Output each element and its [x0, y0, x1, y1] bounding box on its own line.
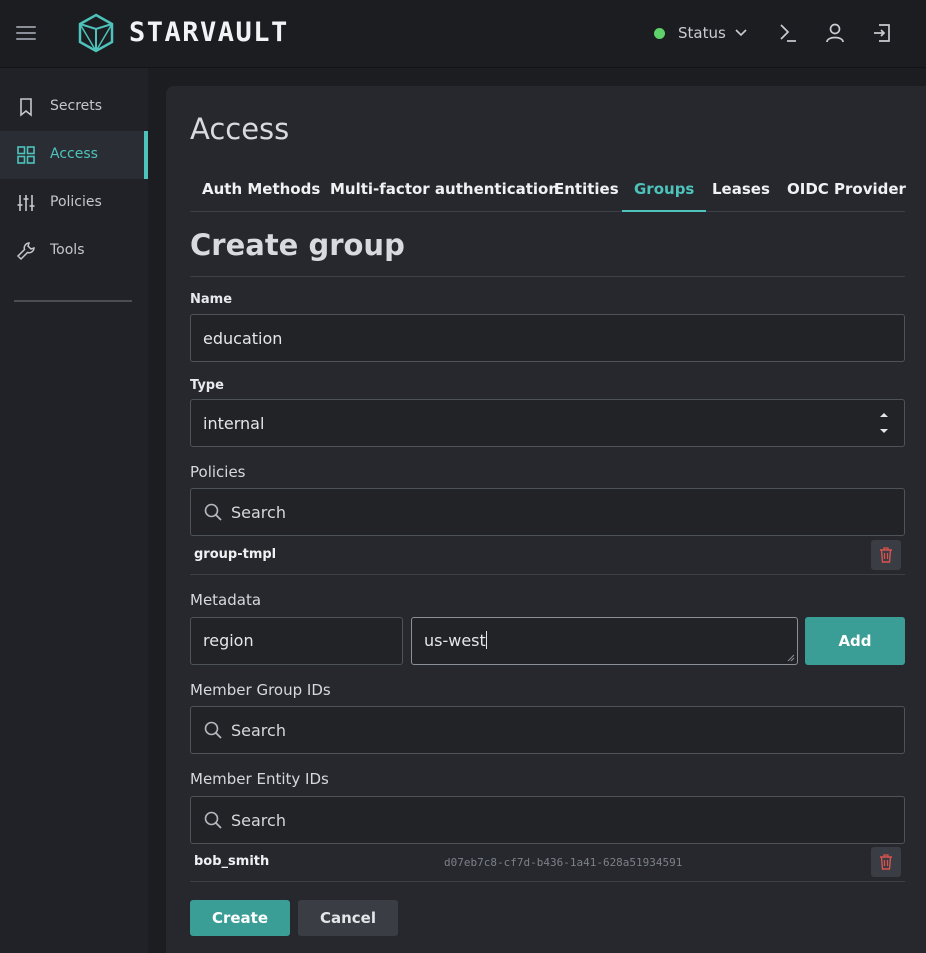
top-bar: STARVAULT Status	[0, 0, 926, 68]
metadata-label: Metadata	[190, 591, 262, 609]
add-metadata-button[interactable]: Add	[805, 617, 905, 665]
entity-id: d07eb7c8-cf7d-b436-1a41-628a51934591	[444, 856, 683, 869]
sidebar: Secrets Access Policies Tools	[0, 68, 148, 953]
list-item: bob_smith d07eb7c8-cf7d-b436-1a41-628a51…	[190, 842, 905, 882]
metadata-key-value: region	[203, 631, 254, 650]
policies-search-input[interactable]: Search	[190, 488, 905, 536]
sidebar-divider	[14, 300, 132, 302]
member-group-ids-search-input[interactable]: Search	[190, 706, 905, 754]
terminal-icon[interactable]	[776, 21, 800, 45]
main-panel: Access Auth Methods Multi-factor authent…	[166, 86, 926, 953]
tab-auth-methods[interactable]: Auth Methods	[190, 176, 332, 212]
sidebar-item-policies[interactable]: Policies	[0, 179, 148, 227]
search-icon	[204, 721, 222, 739]
status-label: Status	[678, 24, 726, 42]
delete-policy-button[interactable]	[871, 540, 901, 570]
divider	[190, 276, 905, 277]
name-label: Name	[190, 292, 233, 307]
policies-label: Policies	[190, 463, 246, 481]
metadata-value-input[interactable]: us-west	[411, 617, 798, 665]
search-icon	[204, 503, 222, 521]
search-icon	[204, 811, 222, 829]
select-arrows-icon	[880, 413, 888, 433]
brand-name: STARVAULT	[129, 17, 289, 48]
chevron-down-icon	[735, 29, 747, 37]
resize-handle-icon[interactable]	[787, 654, 795, 662]
tab-bar: Auth Methods Multi-factor authentication…	[190, 176, 906, 212]
list-item: group-tmpl	[190, 535, 905, 575]
status-indicator	[654, 27, 665, 39]
sidebar-item-label: Policies	[50, 194, 102, 210]
tab-entities[interactable]: Entities	[542, 176, 631, 212]
sidebar-item-secrets[interactable]: Secrets	[0, 83, 148, 131]
page-title: Access	[190, 112, 290, 146]
metadata-key-input[interactable]: region	[190, 617, 403, 665]
delete-entity-button[interactable]	[871, 847, 901, 877]
section-title: Create group	[190, 228, 405, 262]
name-input[interactable]: education	[190, 314, 905, 362]
type-label: Type	[190, 378, 224, 393]
trash-icon	[880, 854, 892, 870]
trash-icon	[880, 547, 892, 563]
type-select[interactable]: internal	[190, 399, 905, 447]
create-button[interactable]: Create	[190, 900, 290, 936]
sidebar-item-tools[interactable]: Tools	[0, 227, 148, 275]
text-caret	[485, 631, 487, 649]
tab-leases[interactable]: Leases	[700, 176, 782, 212]
sidebar-item-label: Tools	[50, 242, 85, 258]
cancel-button[interactable]: Cancel	[298, 900, 398, 936]
member-entity-ids-label: Member Entity IDs	[190, 770, 329, 788]
wrench-icon	[16, 242, 35, 261]
tab-oidc-provider[interactable]: OIDC Provider	[775, 176, 918, 212]
policy-name: group-tmpl	[194, 547, 277, 562]
tab-groups[interactable]: Groups	[622, 176, 707, 212]
search-placeholder: Search	[231, 810, 286, 830]
logout-icon[interactable]	[870, 21, 894, 45]
user-icon[interactable]	[823, 21, 847, 45]
metadata-value-text: us-west	[424, 631, 486, 650]
sidebar-item-label: Secrets	[50, 98, 103, 114]
bookmark-icon	[20, 98, 32, 117]
sidebar-item-access[interactable]: Access	[0, 131, 148, 179]
member-entity-ids-search-input[interactable]: Search	[190, 796, 905, 844]
entity-name: bob_smith	[194, 854, 270, 869]
logo-icon	[78, 13, 114, 53]
search-placeholder: Search	[231, 502, 286, 522]
menu-icon[interactable]	[16, 26, 36, 40]
type-value: internal	[203, 413, 265, 433]
member-group-ids-label: Member Group IDs	[190, 681, 331, 699]
sidebar-item-label: Access	[50, 146, 98, 162]
search-placeholder: Search	[231, 720, 286, 740]
tab-multi-factor-authentication[interactable]: Multi-factor authentication	[318, 176, 571, 212]
status-dropdown[interactable]: Status	[654, 22, 748, 44]
name-value: education	[203, 328, 283, 348]
sliders-icon	[17, 195, 35, 211]
grid-icon	[17, 146, 35, 164]
